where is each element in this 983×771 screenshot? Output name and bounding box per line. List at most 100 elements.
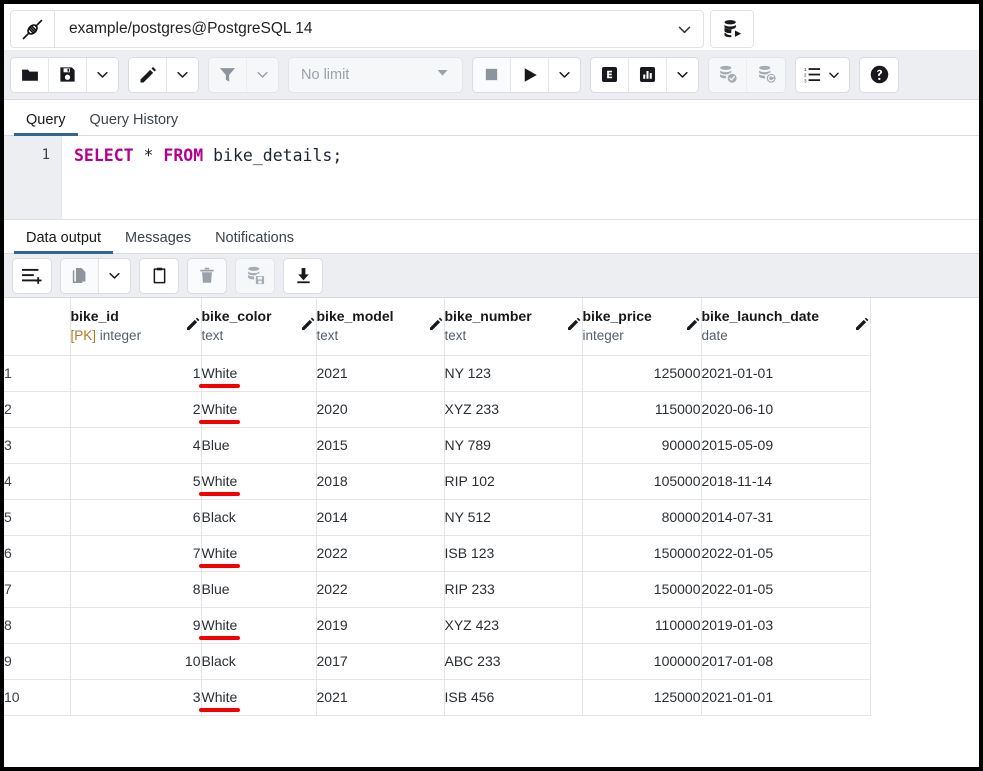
cell-bike_price[interactable]: 125000 (582, 679, 701, 715)
cell-bike_launch_date[interactable]: 2021-01-01 (701, 355, 870, 391)
cell-bike_number[interactable]: XYZ 423 (444, 607, 582, 643)
connection-select[interactable]: example/postgres@PostgreSQL 14 (54, 10, 704, 48)
download-icon[interactable] (284, 259, 322, 293)
cell-bike_price[interactable]: 115000 (582, 391, 701, 427)
cell-bike_model[interactable]: 2022 (316, 571, 444, 607)
cell-bike_launch_date[interactable]: 2015-05-09 (701, 427, 870, 463)
stop-query-button[interactable] (473, 58, 511, 92)
table-row[interactable]: 56Black2014NY 512800002014-07-31 (4, 499, 870, 535)
cell-bike_model[interactable]: 2017 (316, 643, 444, 679)
column-header-bike_color[interactable]: bike_color text (201, 298, 316, 355)
cell-bike_color[interactable]: White (201, 535, 316, 571)
cell-bike_launch_date[interactable]: 2014-07-31 (701, 499, 870, 535)
column-header-bike_number[interactable]: bike_number text (444, 298, 582, 355)
cell-bike_model[interactable]: 2014 (316, 499, 444, 535)
paste-button[interactable] (140, 259, 178, 293)
database-save-icon[interactable] (236, 259, 274, 293)
tab-query-history[interactable]: Query History (78, 112, 191, 135)
pencil-icon[interactable] (685, 316, 701, 337)
add-row-button[interactable] (13, 259, 51, 293)
cell-bike_color[interactable]: Blue (201, 571, 316, 607)
cell-bike_number[interactable]: ISB 123 (444, 535, 582, 571)
cell-bike_color[interactable]: Black (201, 499, 316, 535)
cell-bike_launch_date[interactable]: 2021-01-01 (701, 679, 870, 715)
cell-bike_launch_date[interactable]: 2020-06-10 (701, 391, 870, 427)
cell-bike_id[interactable]: 9 (70, 607, 201, 643)
execute-dropdown-button[interactable] (549, 58, 580, 92)
cell-bike_color[interactable]: White (201, 607, 316, 643)
cell-bike_color[interactable]: White (201, 391, 316, 427)
explain-button[interactable] (591, 58, 629, 92)
table-row[interactable]: 67White2022ISB 1231500002022-01-05 (4, 535, 870, 571)
column-header-bike_price[interactable]: bike_price integer (582, 298, 701, 355)
cell-bike_launch_date[interactable]: 2022-01-05 (701, 535, 870, 571)
copy-button[interactable] (61, 259, 99, 293)
cell-bike_price[interactable]: 150000 (582, 535, 701, 571)
table-row[interactable]: 34Blue2015NY 789900002015-05-09 (4, 427, 870, 463)
cell-bike_color[interactable]: White (201, 355, 316, 391)
cell-bike_id[interactable]: 8 (70, 571, 201, 607)
cell-bike_launch_date[interactable]: 2017-01-08 (701, 643, 870, 679)
open-file-button[interactable] (11, 58, 49, 92)
table-row[interactable]: 89White2019XYZ 4231100002019-01-03 (4, 607, 870, 643)
column-header-bike_model[interactable]: bike_model text (316, 298, 444, 355)
explain-options-dropdown-button[interactable] (667, 58, 698, 92)
question-circle-icon[interactable] (860, 58, 898, 92)
cell-bike_id[interactable]: 6 (70, 499, 201, 535)
table-row[interactable]: 103White2021ISB 4561250002021-01-01 (4, 679, 870, 715)
cell-bike_price[interactable]: 80000 (582, 499, 701, 535)
cell-bike_number[interactable]: RIP 233 (444, 571, 582, 607)
tab-messages[interactable]: Messages (113, 230, 203, 253)
cell-bike_launch_date[interactable]: 2018-11-14 (701, 463, 870, 499)
macros-button[interactable]: 1 2 3 (795, 57, 850, 93)
cell-bike_number[interactable]: XYZ 233 (444, 391, 582, 427)
cell-bike_color[interactable]: Black (201, 643, 316, 679)
execute-query-button[interactable] (511, 58, 549, 92)
cell-bike_number[interactable]: NY 512 (444, 499, 582, 535)
filter-button[interactable] (209, 58, 247, 92)
edit-dropdown-button[interactable] (167, 58, 198, 92)
cell-bike_id[interactable]: 7 (70, 535, 201, 571)
cell-bike_number[interactable]: NY 123 (444, 355, 582, 391)
filter-dropdown-button[interactable] (247, 58, 278, 92)
explain-analyze-button[interactable] (629, 58, 667, 92)
cell-bike_model[interactable]: 2022 (316, 535, 444, 571)
sql-editor[interactable]: 1 SELECT * FROM bike_details; (4, 136, 979, 220)
help-button[interactable] (859, 57, 899, 93)
trash-icon[interactable] (188, 259, 226, 293)
cell-bike_id[interactable]: 1 (70, 355, 201, 391)
cell-bike_price[interactable]: 110000 (582, 607, 701, 643)
cell-bike_number[interactable]: RIP 102 (444, 463, 582, 499)
pencil-icon[interactable] (428, 316, 444, 337)
table-row[interactable]: 45White2018RIP 1021050002018-11-14 (4, 463, 870, 499)
rollback-button[interactable] (747, 58, 785, 92)
edit-button[interactable] (129, 58, 167, 92)
cell-bike_color[interactable]: Blue (201, 427, 316, 463)
numbered-list-icon[interactable]: 1 2 3 (796, 58, 849, 92)
cell-bike_id[interactable]: 2 (70, 391, 201, 427)
cell-bike_number[interactable]: ISB 456 (444, 679, 582, 715)
commit-button[interactable] (709, 58, 747, 92)
table-row[interactable]: 910Black2017ABC 2331000002017-01-08 (4, 643, 870, 679)
column-header-bike_id[interactable]: bike_id [PK] integer (70, 298, 201, 355)
cell-bike_price[interactable]: 105000 (582, 463, 701, 499)
cell-bike_id[interactable]: 4 (70, 427, 201, 463)
pencil-icon[interactable] (185, 316, 201, 337)
table-row[interactable]: 22White2020XYZ 2331150002020-06-10 (4, 391, 870, 427)
column-header-bike_launch_date[interactable]: bike_launch_date date (701, 298, 870, 355)
cell-bike_id[interactable]: 5 (70, 463, 201, 499)
editor-code[interactable]: SELECT * FROM bike_details; (62, 136, 979, 219)
copy-dropdown-button[interactable] (99, 259, 130, 293)
cell-bike_model[interactable]: 2020 (316, 391, 444, 427)
data-grid[interactable]: bike_id [PK] integer (4, 298, 979, 745)
tab-notifications[interactable]: Notifications (203, 230, 306, 253)
cell-bike_color[interactable]: White (201, 463, 316, 499)
cell-bike_price[interactable]: 125000 (582, 355, 701, 391)
pencil-icon[interactable] (566, 316, 582, 337)
pencil-icon[interactable] (300, 316, 316, 337)
tab-query[interactable]: Query (14, 112, 78, 135)
cell-bike_id[interactable]: 3 (70, 679, 201, 715)
tab-data-output[interactable]: Data output (14, 230, 113, 253)
cell-bike_color[interactable]: White (201, 679, 316, 715)
cell-bike_number[interactable]: ABC 233 (444, 643, 582, 679)
